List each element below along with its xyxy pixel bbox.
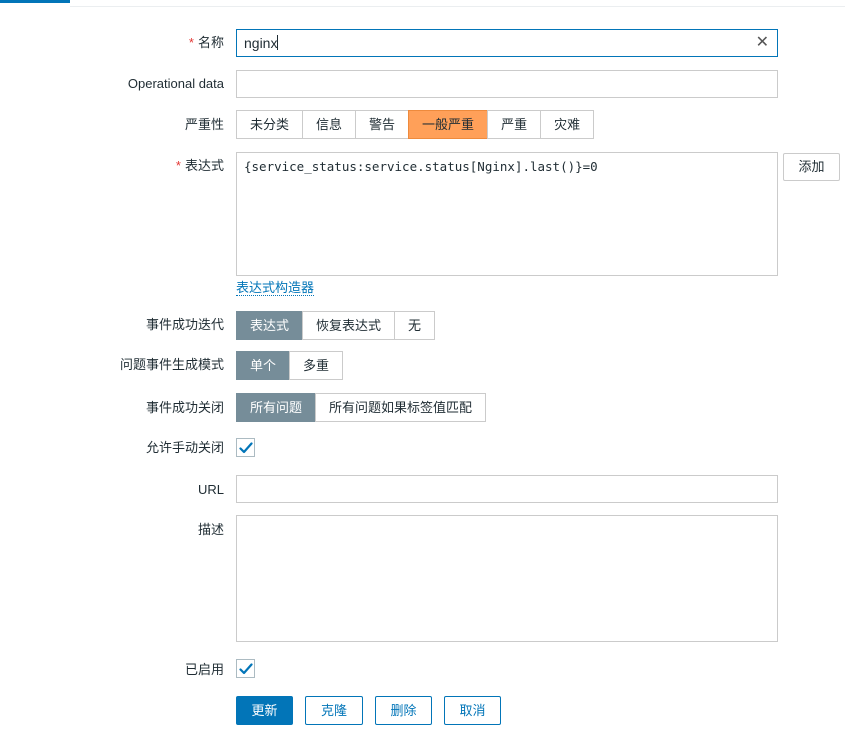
clone-button[interactable]: 克隆 <box>305 696 363 725</box>
problem-mode-single-option[interactable]: 单个 <box>236 351 291 380</box>
problem-event-mode-label: 问题事件生成模式 <box>119 357 224 372</box>
allow-manual-close-checkbox[interactable] <box>236 438 255 457</box>
severity-warning[interactable]: 警告 <box>355 110 410 139</box>
tab-divider <box>70 6 845 7</box>
severity-high[interactable]: 严重 <box>487 110 542 139</box>
text-caret <box>277 35 279 50</box>
expression-label: * 表达式 <box>175 158 224 173</box>
severity-information[interactable]: 信息 <box>302 110 357 139</box>
allow-manual-close-label: 允许手动关闭 <box>145 440 224 455</box>
problem-event-mode-selector: 单个 多重 <box>236 351 344 380</box>
cancel-button[interactable]: 取消 <box>444 696 501 725</box>
operational-data-label: Operational data <box>127 76 224 91</box>
enabled-checkbox[interactable] <box>236 659 255 678</box>
expression-textarea[interactable]: {service_status:service.status[Nginx].la… <box>236 152 778 276</box>
ok-event-expression-option[interactable]: 表达式 <box>236 311 304 340</box>
required-mark: * <box>175 158 181 173</box>
severity-selector: 未分类 信息 警告 一般严重 严重 灾难 <box>236 110 595 139</box>
ok-event-generation-label: 事件成功迭代 <box>145 317 224 332</box>
severity-label: 严重性 <box>184 117 224 132</box>
expression-value: {service_status:service.status[Nginx].la… <box>244 159 598 174</box>
name-label: * 名称 <box>188 35 224 50</box>
closes-all-problems-option[interactable]: 所有问题 <box>236 393 317 422</box>
ok-event-generation-selector: 表达式 恢复表达式 无 <box>236 311 436 340</box>
ok-event-none-option[interactable]: 无 <box>394 311 436 340</box>
url-input[interactable] <box>236 475 778 503</box>
problem-mode-multiple-option[interactable]: 多重 <box>289 351 344 380</box>
name-input-value: nginx <box>244 35 278 51</box>
severity-disaster[interactable]: 灾难 <box>540 110 595 139</box>
url-label: URL <box>197 482 224 497</box>
ok-event-closes-label: 事件成功关闭 <box>145 400 224 415</box>
update-button[interactable]: 更新 <box>236 696 293 725</box>
ok-event-closes-selector: 所有问题 所有问题如果标签值匹配 <box>236 393 487 422</box>
checkmark-icon <box>239 442 253 454</box>
name-input[interactable]: nginx ✕ <box>236 29 778 57</box>
add-expression-button[interactable]: 添加 <box>783 153 840 181</box>
description-label: 描述 <box>197 522 224 537</box>
description-textarea[interactable] <box>236 515 778 642</box>
active-tab-indicator <box>0 0 70 3</box>
ok-event-recovery-expression-option[interactable]: 恢复表达式 <box>302 311 396 340</box>
required-mark: * <box>188 35 194 50</box>
enabled-label: 已启用 <box>184 662 224 677</box>
severity-not-classified[interactable]: 未分类 <box>236 110 304 139</box>
closes-tag-match-option[interactable]: 所有问题如果标签值匹配 <box>315 393 487 422</box>
clear-icon[interactable]: ✕ <box>756 30 769 56</box>
delete-button[interactable]: 删除 <box>375 696 432 725</box>
operational-data-input[interactable] <box>236 70 778 98</box>
severity-average[interactable]: 一般严重 <box>408 110 489 139</box>
expression-constructor-link[interactable]: 表达式构造器 <box>236 280 315 296</box>
checkmark-icon <box>239 663 253 675</box>
